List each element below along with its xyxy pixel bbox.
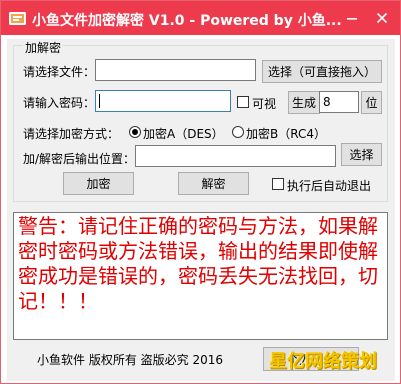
mode-a-label: 加密A（DES） [143, 127, 224, 141]
decrypt-button[interactable]: 解密 [178, 172, 249, 195]
output-path-input[interactable] [135, 145, 336, 167]
text-caret [99, 94, 100, 108]
minimize-icon[interactable] [337, 1, 367, 35]
close-icon[interactable] [367, 1, 397, 35]
file-path-input[interactable] [95, 59, 256, 81]
output-label: 加/解密后输出位置： [23, 152, 136, 166]
app-icon [9, 12, 26, 25]
mode-label: 请选择加密方式： [23, 127, 120, 141]
window-title: 小鱼文件加密解密 V1.0 - Powered by 小鱼... [32, 13, 342, 29]
generate-button[interactable]: 生成 [288, 91, 320, 114]
exit-after-label: 执行后自动退出 [287, 179, 372, 193]
group-label: 加解密 [23, 39, 64, 56]
choose-output-button[interactable]: 选择 [341, 143, 382, 166]
file-label: 请选择文件： [23, 65, 96, 79]
exit-after-checkbox[interactable] [272, 178, 284, 190]
copyright-text: 小鱼软件 版权所有 盗版必究 2016 [37, 353, 223, 367]
watermark-text: 星亿网络策划 [269, 351, 377, 372]
password-input[interactable] [95, 90, 231, 112]
length-unit-button[interactable]: 位 [361, 91, 382, 114]
show-password-label: 可视 [252, 97, 277, 111]
show-password-checkbox[interactable] [237, 96, 249, 108]
mode-a-radio[interactable] [129, 126, 141, 138]
mode-b-label: 加密B（RC4） [246, 127, 326, 141]
title-bar[interactable]: 小鱼文件加密解密 V1.0 - Powered by 小鱼... [1, 1, 400, 35]
app-window: 小鱼文件加密解密 V1.0 - Powered by 小鱼... 加解密 请选择… [0, 0, 401, 384]
mode-b-radio[interactable] [232, 126, 244, 138]
password-label: 请输入密码： [23, 96, 96, 110]
warning-text-box: 警告：请记住正确的密码与方法，如果解密时密码或方法错误，输出的结果即使解密成功是… [13, 212, 388, 340]
choose-file-button[interactable]: 选择（可直接拖入） [262, 60, 382, 83]
encrypt-button[interactable]: 加密 [63, 172, 134, 195]
password-length-input[interactable]: 8 [319, 91, 359, 113]
password-length-value: 8 [323, 95, 331, 109]
